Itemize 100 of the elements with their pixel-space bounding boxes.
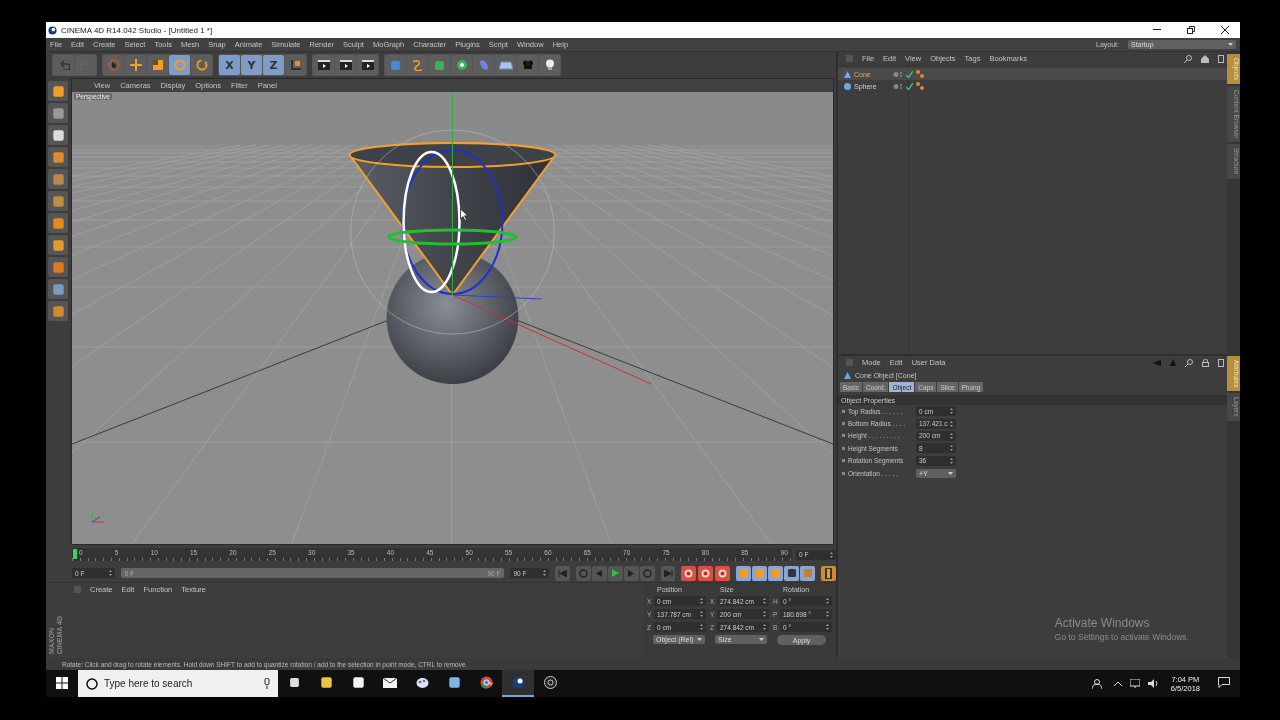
play-button[interactable] bbox=[607, 565, 623, 581]
axis-lock-button[interactable]: Z bbox=[263, 55, 284, 75]
microphone-icon bbox=[264, 678, 270, 689]
polygons-mode-button[interactable] bbox=[48, 213, 68, 233]
undo-icon bbox=[57, 60, 70, 70]
panel-menu-icon bbox=[1218, 358, 1224, 367]
palette-icon bbox=[415, 676, 429, 689]
spinner-arrows-icon[interactable] bbox=[763, 624, 766, 630]
workplane-button[interactable] bbox=[48, 147, 68, 167]
timeline-window-button[interactable] bbox=[821, 565, 836, 581]
render-picture-viewer-button[interactable] bbox=[335, 55, 356, 75]
step-forward-icon bbox=[627, 569, 636, 577]
film-strip-icon bbox=[825, 567, 833, 579]
render-view-button[interactable] bbox=[313, 55, 334, 75]
lock-button[interactable] bbox=[48, 301, 68, 321]
scale-tool-button[interactable] bbox=[147, 55, 168, 75]
panel-handle[interactable] bbox=[846, 359, 853, 366]
axis-lock-button[interactable]: X bbox=[219, 55, 240, 75]
up-arrow-icon bbox=[1170, 359, 1176, 366]
axis-mode-button[interactable] bbox=[48, 235, 68, 255]
points-mode-button[interactable] bbox=[48, 169, 68, 189]
spinner-arrows-icon[interactable] bbox=[108, 570, 112, 576]
close-icon bbox=[1221, 26, 1229, 34]
camera-button[interactable] bbox=[517, 55, 538, 75]
keyframe-selection-button[interactable] bbox=[715, 565, 731, 581]
key-position-button[interactable] bbox=[736, 565, 752, 581]
select-tool-button[interactable] bbox=[103, 55, 124, 75]
scale-icon bbox=[151, 59, 164, 71]
spinner-arrows-icon[interactable] bbox=[700, 611, 703, 617]
window-title: CINEMA 4D R14.042 Studio - [Untitled 1 *] bbox=[61, 25, 214, 35]
spinner-arrows-icon[interactable] bbox=[700, 598, 703, 604]
model-mode-button[interactable] bbox=[48, 103, 68, 123]
key-rotation-button[interactable] bbox=[768, 565, 784, 581]
floor-button[interactable] bbox=[495, 55, 516, 75]
go-to-start-button[interactable] bbox=[555, 565, 570, 581]
spinner-arrows-icon[interactable] bbox=[950, 432, 953, 439]
key-parameter-button[interactable] bbox=[784, 565, 800, 581]
spinner-arrows-icon[interactable] bbox=[826, 624, 829, 630]
step-back-icon bbox=[595, 569, 604, 577]
render-settings-button[interactable] bbox=[357, 55, 378, 75]
make-editable-button[interactable] bbox=[48, 81, 68, 101]
floor-icon bbox=[498, 60, 513, 70]
spinner-arrows-icon[interactable] bbox=[700, 624, 703, 630]
cinema-4d-button[interactable] bbox=[502, 670, 534, 697]
phong-tag-icon bbox=[916, 70, 924, 78]
snap-button[interactable] bbox=[48, 257, 68, 277]
person-icon bbox=[1091, 678, 1102, 689]
camera-icon bbox=[521, 60, 534, 70]
loop-icon bbox=[578, 568, 588, 578]
windows-logo-icon bbox=[56, 676, 68, 689]
clapperboard-icon bbox=[316, 59, 331, 71]
axis-lock-button[interactable]: Y bbox=[241, 55, 262, 75]
skip-forward-icon bbox=[663, 569, 673, 577]
sphere-icon bbox=[844, 82, 851, 90]
spinner-arrows-icon[interactable] bbox=[950, 408, 953, 415]
key-scale-button[interactable] bbox=[752, 565, 768, 581]
caret-icon bbox=[697, 638, 702, 641]
play-icon bbox=[611, 569, 620, 577]
restore-icon bbox=[1187, 26, 1195, 34]
envelope-icon bbox=[383, 677, 397, 688]
activation-title: Activate Windows bbox=[1054, 616, 1151, 630]
spinner-arrows-icon[interactable] bbox=[826, 611, 829, 617]
visibility-dots-icon bbox=[893, 82, 903, 90]
autokey-button[interactable] bbox=[698, 565, 714, 581]
key-point-button[interactable] bbox=[800, 565, 816, 581]
minimize-icon bbox=[1153, 29, 1161, 31]
search-circle-icon bbox=[86, 677, 98, 690]
browser-icon bbox=[479, 676, 493, 689]
recent-tool-button[interactable] bbox=[191, 55, 212, 75]
coordinate-system-button[interactable] bbox=[285, 55, 306, 75]
workplane-grid-button[interactable] bbox=[48, 279, 68, 299]
spinner-arrows-icon[interactable] bbox=[950, 457, 953, 464]
cone-icon bbox=[844, 70, 851, 78]
phong-tag-icon bbox=[916, 82, 924, 90]
spinner-arrows-icon[interactable] bbox=[950, 420, 953, 427]
move-tool-button[interactable] bbox=[125, 55, 146, 75]
panel-menu-icon bbox=[1218, 54, 1224, 63]
panel-handle[interactable] bbox=[74, 586, 81, 593]
search-icon bbox=[1184, 54, 1192, 63]
coordinate-system-icon bbox=[289, 59, 302, 71]
panel-handle[interactable] bbox=[846, 55, 853, 62]
speech-bubble-icon bbox=[1218, 677, 1230, 688]
array-button[interactable] bbox=[451, 55, 472, 75]
spinner-arrows-icon[interactable] bbox=[830, 551, 833, 558]
spline-button[interactable] bbox=[407, 55, 428, 75]
chevron-up-icon bbox=[1113, 681, 1122, 686]
light-button[interactable] bbox=[539, 55, 560, 75]
spinner-arrows-icon[interactable] bbox=[950, 445, 953, 452]
search-field[interactable]: Type here to search bbox=[78, 670, 278, 697]
spinner-arrows-icon[interactable] bbox=[763, 611, 766, 617]
record-button[interactable] bbox=[681, 565, 697, 581]
spinner-arrows-icon[interactable] bbox=[826, 598, 829, 604]
axis-indicator-icon bbox=[91, 509, 105, 523]
spinner-arrows-icon[interactable] bbox=[543, 570, 547, 576]
mouse-cursor-icon bbox=[460, 208, 469, 221]
spinner-arrows-icon[interactable] bbox=[763, 598, 766, 604]
caret-icon bbox=[759, 638, 764, 641]
edges-mode-button[interactable] bbox=[48, 191, 68, 211]
light-bulb-icon bbox=[544, 59, 555, 71]
texture-mode-button[interactable] bbox=[48, 125, 68, 145]
